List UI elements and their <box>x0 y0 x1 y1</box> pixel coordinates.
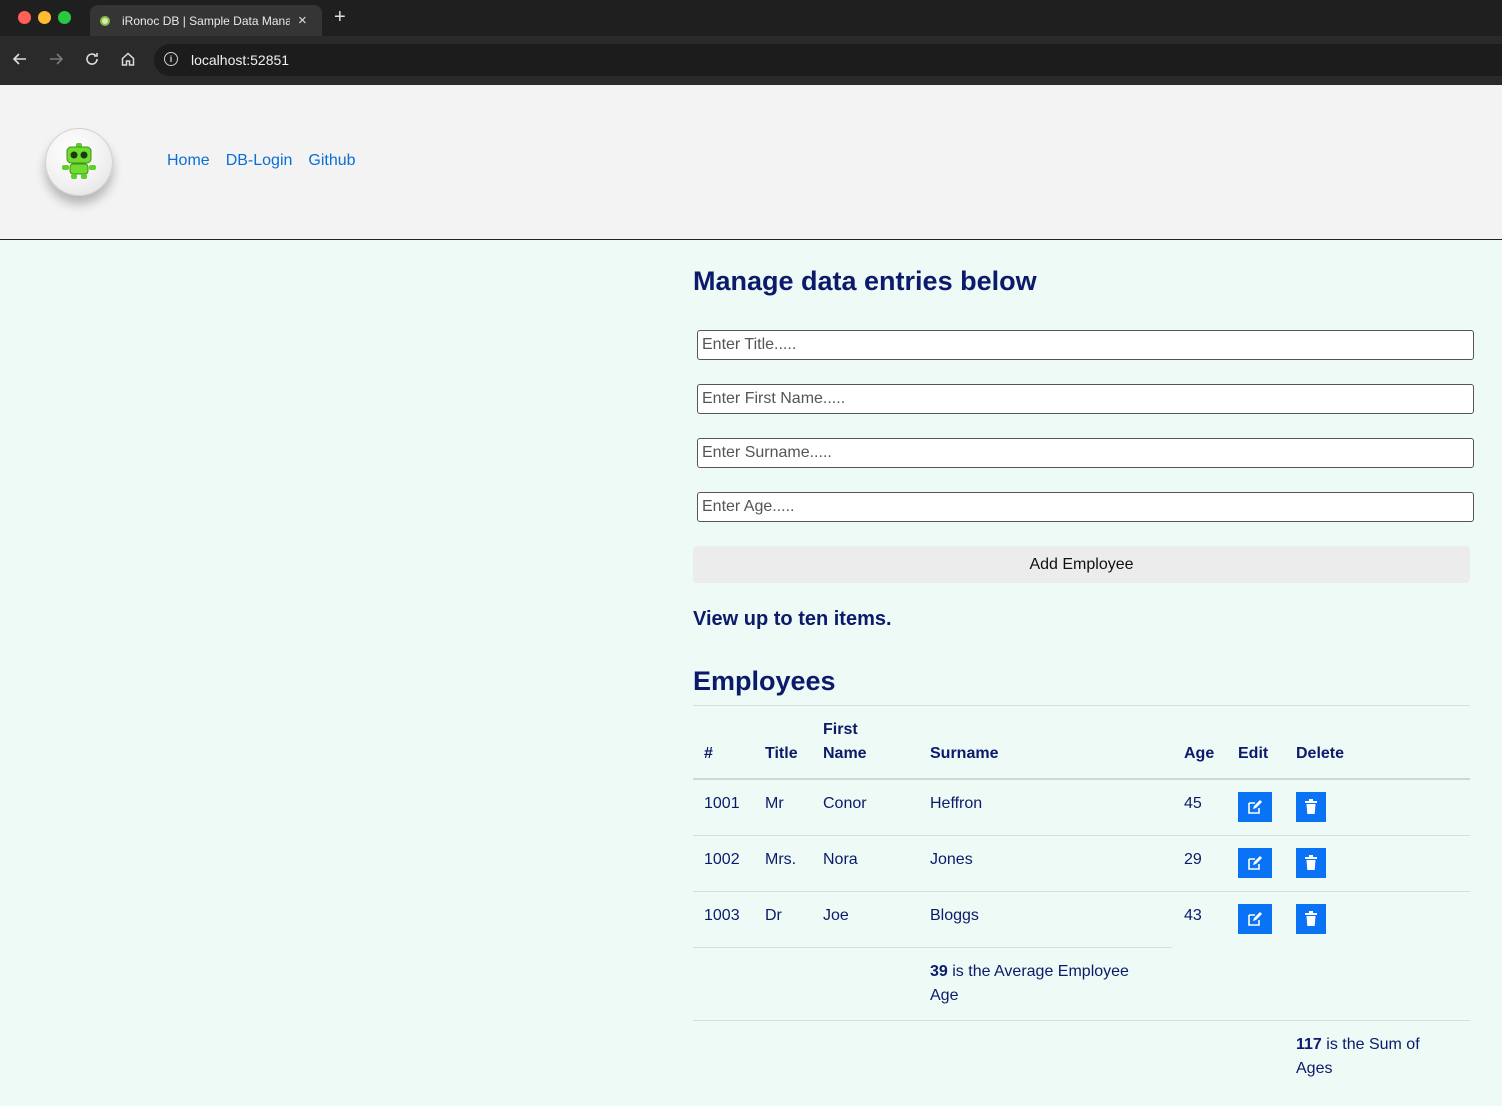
trash-icon <box>1305 855 1317 870</box>
reload-button[interactable] <box>80 47 104 71</box>
tab-title: iRonoc DB | Sample Data Manager <box>122 13 290 28</box>
minimize-window-button[interactable] <box>38 11 51 24</box>
row-divider <box>693 1020 1470 1021</box>
col-header-surname: Surname <box>930 745 999 762</box>
col-header-first-name-line2: Name <box>823 745 867 762</box>
arrow-right-icon <box>50 53 64 65</box>
close-icon[interactable]: × <box>298 13 307 28</box>
age-input[interactable] <box>697 492 1474 522</box>
cell-surname: Jones <box>930 851 973 868</box>
close-window-button[interactable] <box>18 11 31 24</box>
sum-ages-summary: 117 is the Sum of Ages <box>1296 1033 1466 1081</box>
add-employee-button[interactable]: Add Employee <box>693 546 1470 583</box>
average-age-value: 39 <box>930 963 948 980</box>
cell-title: Mrs. <box>765 851 797 868</box>
address-bar[interactable]: i localhost:52851 <box>154 44 1502 76</box>
nav-github-link[interactable]: Github <box>308 152 355 170</box>
surname-input[interactable] <box>697 438 1474 468</box>
col-header-id: # <box>704 745 713 762</box>
delete-button[interactable] <box>1296 904 1326 934</box>
trash-icon <box>1305 911 1317 926</box>
col-header-title: Title <box>765 745 798 762</box>
edit-icon <box>1248 800 1262 814</box>
back-button[interactable] <box>8 47 32 71</box>
cell-first-name: Joe <box>823 907 849 924</box>
trash-icon <box>1305 799 1317 814</box>
cell-id: 1003 <box>704 907 740 924</box>
row-divider <box>693 947 1172 948</box>
forward-button[interactable] <box>44 47 68 71</box>
main-nav: Home DB-Login Github <box>167 152 356 170</box>
new-tab-button[interactable]: + <box>334 6 346 28</box>
cell-title: Mr <box>765 795 784 812</box>
sum-ages-text: is the Sum of <box>1321 1036 1420 1053</box>
sum-ages-value: 117 <box>1296 1036 1322 1053</box>
nav-db-login-link[interactable]: DB-Login <box>226 152 293 170</box>
arrow-left-icon <box>12 53 26 65</box>
cell-age: 29 <box>1184 851 1202 868</box>
home-icon <box>121 52 135 66</box>
cell-title: Dr <box>765 907 782 924</box>
info-icon[interactable]: i <box>164 52 178 66</box>
nav-home-link[interactable]: Home <box>167 152 210 170</box>
edit-icon <box>1248 912 1262 926</box>
delete-button[interactable] <box>1296 848 1326 878</box>
browser-tab[interactable]: iRonoc DB | Sample Data Manager × <box>90 5 322 36</box>
title-input[interactable] <box>697 330 1474 360</box>
header-divider <box>693 778 1470 780</box>
row-divider <box>693 835 1470 836</box>
reload-icon <box>86 53 98 65</box>
logo[interactable] <box>45 128 113 196</box>
cell-first-name: Conor <box>823 795 867 812</box>
cell-first-name: Nora <box>823 851 858 868</box>
page-title: Manage data entries below <box>693 266 1037 296</box>
col-header-first-name-line1: First <box>823 721 858 738</box>
row-divider <box>693 891 1470 892</box>
edit-button[interactable] <box>1238 904 1272 934</box>
average-age-text: is the Average Employee <box>947 963 1129 980</box>
favicon-icon <box>100 15 110 26</box>
cell-surname: Bloggs <box>930 907 979 924</box>
sum-ages-text-line2: Ages <box>1296 1060 1333 1077</box>
employees-heading: Employees <box>693 666 836 696</box>
cell-id: 1001 <box>704 795 740 812</box>
col-header-edit: Edit <box>1238 745 1269 762</box>
url-text: localhost:52851 <box>191 52 290 68</box>
first-name-input[interactable] <box>697 384 1474 414</box>
average-age-text-line2: Age <box>930 987 959 1004</box>
average-age-summary: 39 is the Average Employee Age <box>930 960 1160 1008</box>
cell-id: 1002 <box>704 851 740 868</box>
edit-icon <box>1248 856 1262 870</box>
browser-tabstrip: iRonoc DB | Sample Data Manager × + <box>0 0 1502 36</box>
cell-age: 45 <box>1184 795 1202 812</box>
edit-button[interactable] <box>1238 848 1272 878</box>
delete-button[interactable] <box>1296 792 1326 822</box>
view-ten-items-link[interactable]: View up to ten items. <box>693 608 892 631</box>
col-header-delete: Delete <box>1296 745 1345 762</box>
cell-age: 43 <box>1184 907 1202 924</box>
robot-icon <box>62 143 96 179</box>
browser-toolbar: i localhost:52851 <box>0 36 1502 85</box>
home-button[interactable] <box>116 47 140 71</box>
cell-surname: Heffron <box>930 795 983 812</box>
site-header: Home DB-Login Github <box>0 85 1502 240</box>
maximize-window-button[interactable] <box>58 11 71 24</box>
col-header-age: Age <box>1184 745 1215 762</box>
divider <box>693 705 1470 706</box>
edit-button[interactable] <box>1238 792 1272 822</box>
